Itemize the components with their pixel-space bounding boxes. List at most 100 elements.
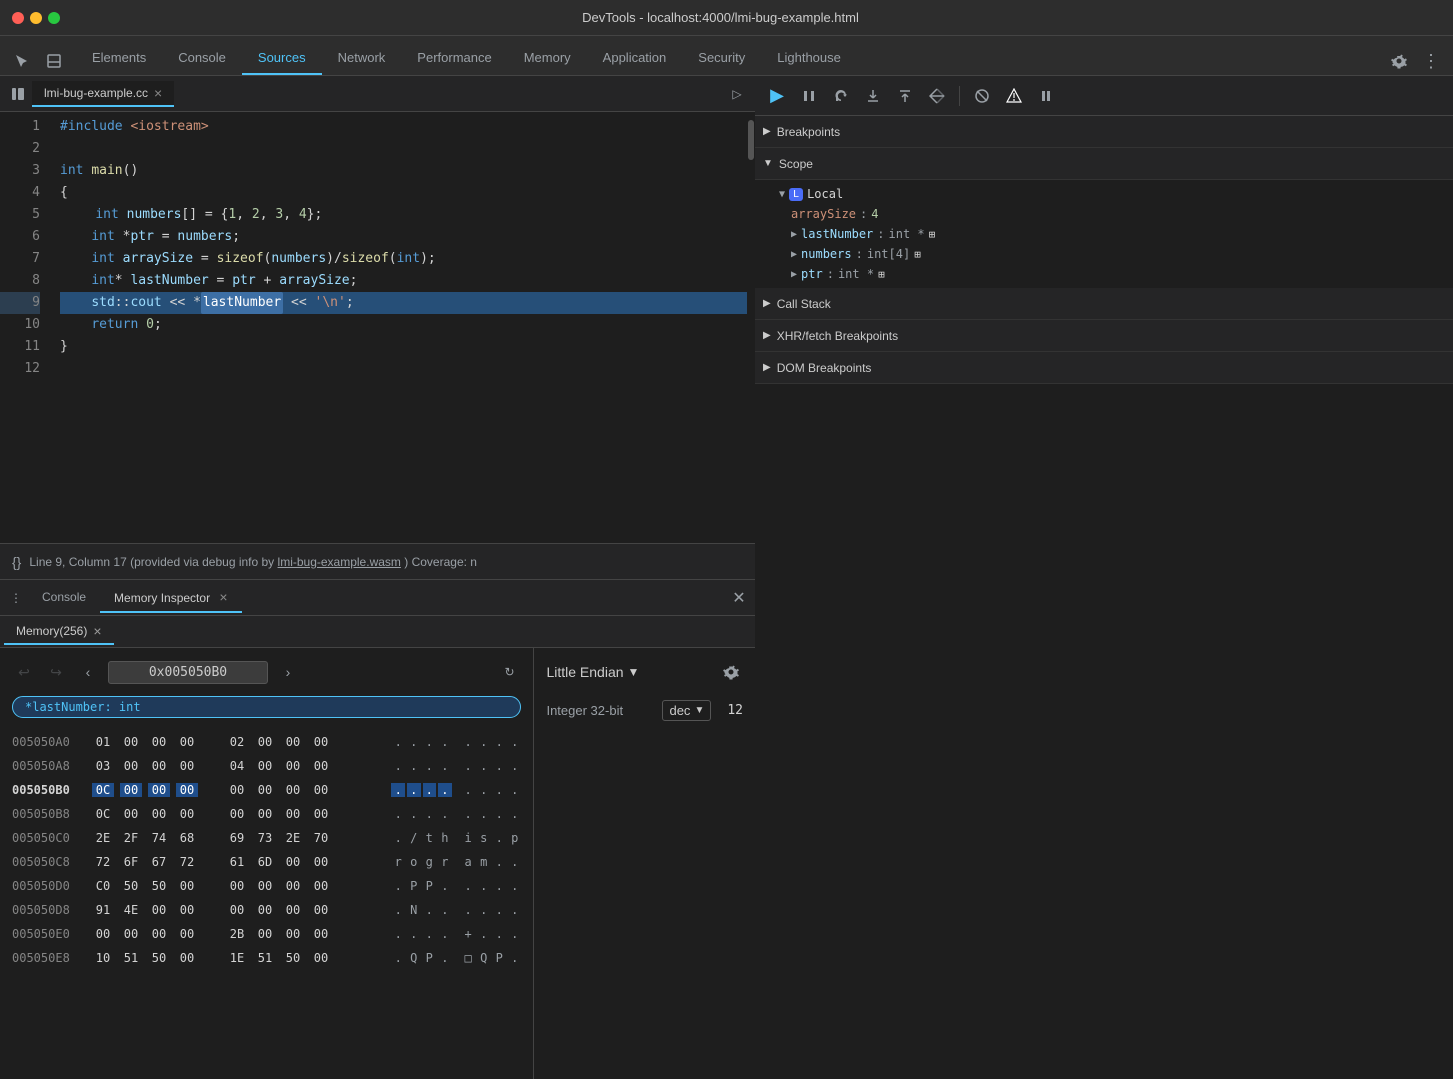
step-back-btn[interactable]: [923, 82, 951, 110]
tab-application[interactable]: Application: [587, 42, 683, 75]
file-tab-close-icon[interactable]: ×: [154, 85, 162, 101]
devtools-toolbar: ⋮: [1385, 47, 1445, 75]
deactivate-breakpoints-btn[interactable]: [968, 82, 996, 110]
hex-addr-d8: 005050D8: [12, 903, 92, 917]
code-line-2: [60, 138, 747, 160]
hex-row-d8: 005050D8 91 4E 00 00 00 00: [12, 898, 521, 922]
run-snippet-icon[interactable]: ▷: [723, 80, 751, 108]
hex-row-e0: 005050E0 00 00 00 00 2B 00: [12, 922, 521, 946]
address-input[interactable]: [108, 661, 268, 684]
breakpoints-section-header[interactable]: ▶ Breakpoints: [755, 116, 1453, 148]
nav-forward-btn[interactable]: ↪: [44, 660, 68, 684]
pause-btn-2[interactable]: [1032, 82, 1060, 110]
file-tab-name: lmi-bug-example.cc: [44, 86, 148, 100]
local-badge: L: [789, 188, 803, 201]
maximize-btn[interactable]: [48, 12, 60, 24]
dom-section-header[interactable]: ▶ DOM Breakpoints: [755, 352, 1453, 384]
panel-toggle-icon[interactable]: [4, 80, 32, 108]
devtools-tab-bar: Elements Console Sources Network Perform…: [0, 36, 1453, 76]
code-line-10: return 0;: [60, 314, 747, 336]
nav-prev-btn[interactable]: ‹: [76, 660, 100, 684]
window-title: DevTools - localhost:4000/lmi-bug-exampl…: [60, 10, 1381, 25]
ptr-memory-icon[interactable]: ⊞: [878, 268, 885, 281]
curly-braces-icon: {}: [12, 554, 21, 570]
code-line-9: std::cout << *lastNumber << '\n';: [60, 292, 747, 314]
step-out-btn[interactable]: [891, 82, 919, 110]
pause-on-exception-btn[interactable]: [1000, 82, 1028, 110]
nav-bar: ↩ ↪ ‹ › ↻: [12, 660, 521, 684]
memory-inspector-link-icon[interactable]: ⊞: [929, 228, 936, 241]
status-text: Line 9, Column 17 (provided via debug in…: [29, 555, 477, 569]
tab-security[interactable]: Security: [682, 42, 761, 75]
resume-btn[interactable]: ▶: [763, 82, 791, 110]
scope-arraysize-val: 4: [871, 207, 878, 221]
code-scrollbar[interactable]: [747, 112, 755, 543]
hex-addr-d0: 005050D0: [12, 879, 92, 893]
endian-select[interactable]: Little Endian ▼: [546, 664, 639, 680]
more-options-icon[interactable]: ⋮: [1417, 47, 1445, 75]
hex-ascii-d8: . N . . . . . .: [391, 903, 521, 917]
tab-elements[interactable]: Elements: [76, 42, 162, 75]
scope-numbers[interactable]: ▶ numbers : int[4] ⊞: [755, 244, 1453, 264]
code-line-8: int* lastNumber = ptr + arraySize;: [60, 270, 747, 292]
dock-icon[interactable]: [40, 47, 68, 75]
memory-settings-icon[interactable]: [719, 660, 743, 684]
hex-bytes-e0: 00 00 00 00 2B 00 00 00: [92, 927, 391, 941]
memory-subtab-256[interactable]: Memory(256) ×: [4, 619, 114, 645]
tab-console[interactable]: Console: [162, 42, 242, 75]
debugger-panel: ▶: [755, 76, 1453, 1079]
tab-console-bottom[interactable]: Console: [28, 584, 100, 612]
tab-memory[interactable]: Memory: [508, 42, 587, 75]
file-tab-bar: lmi-bug-example.cc × ▷: [0, 76, 755, 112]
numbers-memory-icon[interactable]: ⊞: [914, 248, 921, 261]
memory-subtab-close-icon[interactable]: ×: [93, 623, 101, 639]
nav-back-btn[interactable]: ↩: [12, 660, 36, 684]
file-tab-lmi[interactable]: lmi-bug-example.cc ×: [32, 81, 174, 107]
memory-panel: Memory(256) × ↩ ↪ ‹: [0, 616, 755, 1079]
xhr-section-header[interactable]: ▶ XHR/fetch Breakpoints: [755, 320, 1453, 352]
hex-addr-b0: 005050B0: [12, 783, 92, 797]
minimize-btn[interactable]: [30, 12, 42, 24]
step-into-btn[interactable]: [859, 82, 887, 110]
hex-addr-c0: 005050C0: [12, 831, 92, 845]
endian-chevron-icon: ▼: [628, 665, 640, 679]
cursor-icon[interactable]: [8, 47, 36, 75]
hex-addr-e8: 005050E8: [12, 951, 92, 965]
hex-bytes-a0: 01 00 00 00 02 00 00 00: [92, 735, 391, 749]
tab-sources[interactable]: Sources: [242, 42, 322, 75]
nav-next-btn[interactable]: ›: [276, 660, 300, 684]
hex-row-e8: 005050E8 10 51 50 00 1E 51: [12, 946, 521, 970]
step-over-btn[interactable]: [827, 82, 855, 110]
int-format-select[interactable]: dec ▼: [662, 700, 711, 721]
settings-gear-icon[interactable]: [1385, 47, 1413, 75]
lastnumber-arrow-icon: ▶: [791, 229, 797, 240]
tab-network[interactable]: Network: [322, 42, 402, 75]
hex-bytes-b8: 0C 00 00 00 00 00 00 00: [92, 807, 391, 821]
scope-local-group[interactable]: ▼ L Local: [755, 184, 1453, 204]
scope-ptr[interactable]: ▶ ptr : int * ⊞: [755, 264, 1453, 284]
refresh-btn[interactable]: ↻: [497, 660, 521, 684]
close-btn[interactable]: [12, 12, 24, 24]
callstack-arrow-icon: ▶: [763, 298, 771, 309]
hex-addr-c8: 005050C8: [12, 855, 92, 869]
wasm-link[interactable]: lmi-bug-example.wasm: [278, 555, 401, 569]
hex-ascii-c8: r o g r a m . .: [391, 855, 521, 869]
hex-bytes-c0: 2E 2F 74 68 69 73 2E 70: [92, 831, 391, 845]
breakpoints-arrow-icon: ▶: [763, 126, 771, 137]
bottom-panel-close-icon[interactable]: ✕: [727, 586, 751, 610]
memory-inspector-tab-close-icon[interactable]: ×: [219, 589, 227, 605]
pause-btn[interactable]: [795, 82, 823, 110]
hex-row-c0: 005050C0 2E 2F 74 68 69 73: [12, 826, 521, 850]
callstack-section-header[interactable]: ▶ Call Stack: [755, 288, 1453, 320]
scope-lastnumber[interactable]: ▶ lastNumber : int * ⊞: [755, 224, 1453, 244]
panel-options-icon[interactable]: ⋮: [4, 586, 28, 610]
line-numbers: 1234 5678 9101112: [0, 112, 48, 543]
scope-arraysize[interactable]: arraySize : 4: [755, 204, 1453, 224]
hex-addr-b8: 005050B8: [12, 807, 92, 821]
code-scroll-wrapper: 1234 5678 9101112 #include <iostream>: [0, 112, 755, 543]
tab-performance[interactable]: Performance: [401, 42, 507, 75]
tab-memory-inspector[interactable]: Memory Inspector ×: [100, 583, 242, 613]
tab-lighthouse[interactable]: Lighthouse: [761, 42, 857, 75]
scope-section-header[interactable]: ▼ Scope: [755, 148, 1453, 180]
debug-toolbar: ▶: [755, 76, 1453, 116]
